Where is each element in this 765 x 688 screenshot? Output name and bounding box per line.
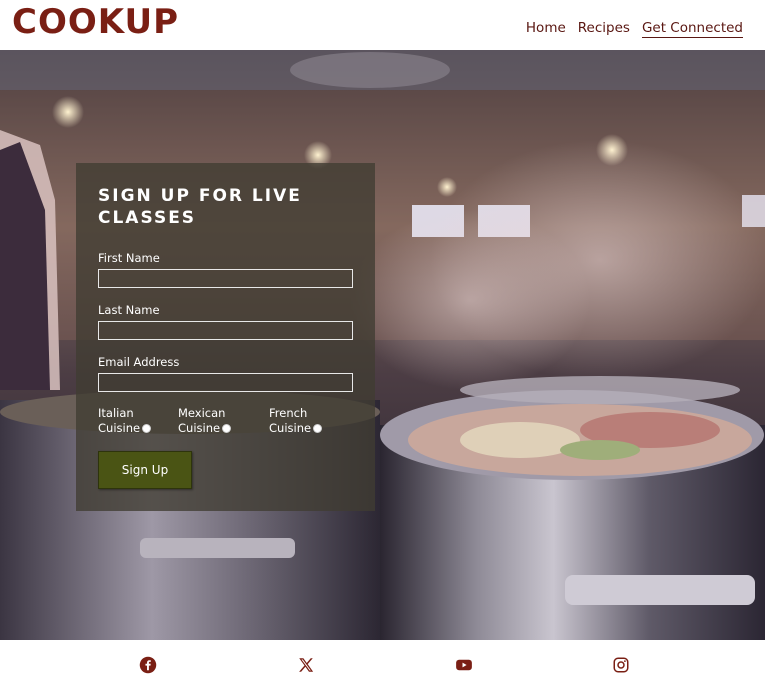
site-header: COOKUP Home Recipes Get Connected xyxy=(0,0,765,50)
last-name-label: Last Name xyxy=(98,303,160,317)
site-logo[interactable]: COOKUP xyxy=(12,2,179,42)
radio-french-button[interactable] xyxy=(313,424,323,433)
signup-button[interactable]: Sign Up xyxy=(98,451,192,489)
radio-label-line1: Italian xyxy=(98,406,134,420)
nav-home-link[interactable]: Home xyxy=(526,20,566,38)
last-name-input[interactable] xyxy=(98,321,353,340)
youtube-icon[interactable] xyxy=(454,656,474,674)
radio-label-line2: Cuisine xyxy=(269,421,312,435)
radio-label-line2: Cuisine xyxy=(178,421,221,435)
signup-title: SIGN UP FOR LIVE CLASSES xyxy=(98,186,302,228)
radio-option-french[interactable]: French Cuisine xyxy=(269,406,323,436)
instagram-icon[interactable] xyxy=(612,656,630,674)
facebook-icon[interactable] xyxy=(139,656,157,674)
email-input[interactable] xyxy=(98,373,353,392)
radio-label-line2: Cuisine xyxy=(98,421,141,435)
first-name-label: First Name xyxy=(98,251,160,265)
radio-label-line1: French xyxy=(269,406,308,420)
hero-kitchen-image: SIGN UP FOR LIVE CLASSES First Name Last… xyxy=(0,50,765,640)
nav-recipes-link[interactable]: Recipes xyxy=(578,20,630,38)
radio-italian-button[interactable] xyxy=(142,424,152,433)
radio-label-line1: Mexican xyxy=(178,406,226,420)
email-label: Email Address xyxy=(98,355,180,369)
radio-mexican-button[interactable] xyxy=(222,424,232,433)
radio-option-mexican[interactable]: Mexican Cuisine xyxy=(178,406,232,436)
x-twitter-icon[interactable] xyxy=(297,656,315,674)
site-footer xyxy=(0,640,765,688)
nav-get-connected-link[interactable]: Get Connected xyxy=(641,20,743,38)
first-name-input[interactable] xyxy=(98,269,353,288)
radio-option-italian[interactable]: Italian Cuisine xyxy=(98,406,152,436)
main-nav: Home Recipes Get Connected xyxy=(526,20,743,38)
signup-form-panel: SIGN UP FOR LIVE CLASSES First Name Last… xyxy=(76,163,375,511)
